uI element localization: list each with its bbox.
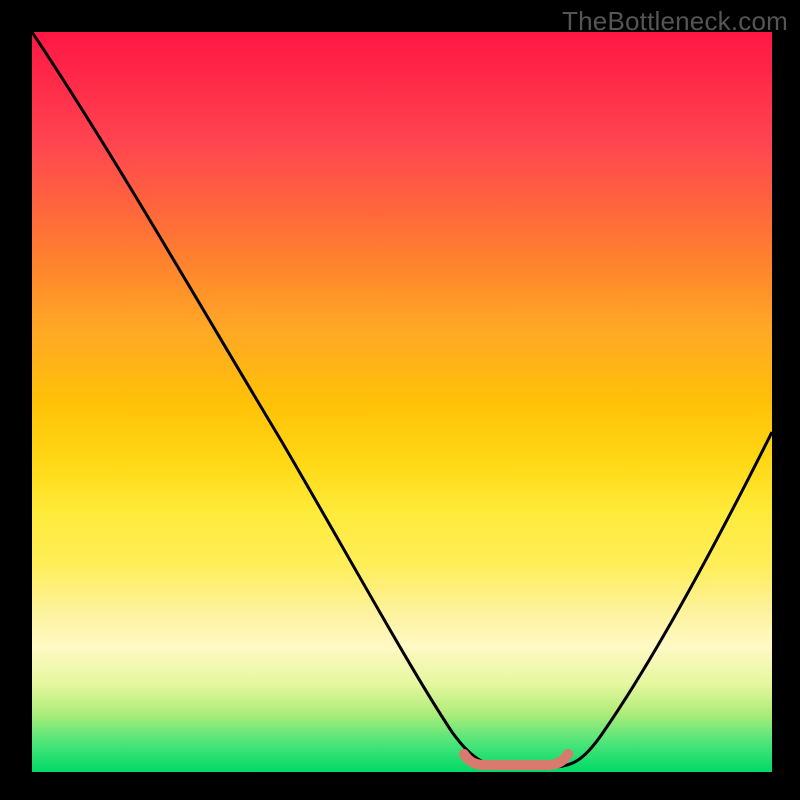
plot-area	[32, 32, 772, 772]
watermark-text: TheBottleneck.com	[562, 6, 788, 37]
chart-svg	[32, 32, 772, 772]
bottleneck-curve	[32, 32, 772, 767]
